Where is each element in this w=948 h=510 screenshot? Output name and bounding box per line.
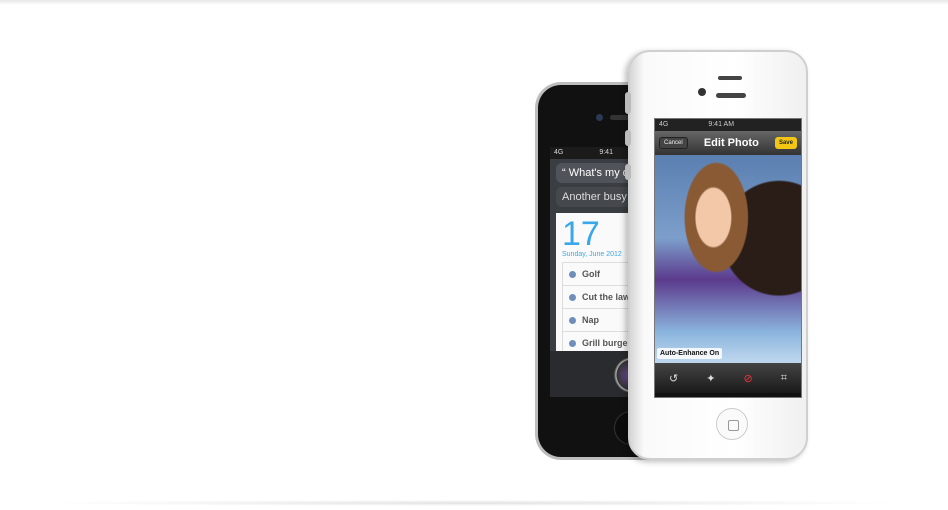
home-button: [716, 408, 748, 440]
camera-icon: [596, 114, 603, 121]
cancel-button[interactable]: Cancel: [659, 137, 688, 149]
time-label: 9:41: [599, 149, 613, 156]
bottom-divider: [40, 500, 908, 506]
edit-toolbar: ↺ ✦ ⊘ ⌗: [655, 363, 801, 393]
event-dot-icon: [569, 316, 576, 324]
nav-bar: Cancel Edit Photo Save: [655, 131, 801, 155]
earpiece: [716, 93, 746, 98]
signal-label: 4G: [659, 121, 669, 128]
save-button[interactable]: Save: [774, 137, 797, 149]
signal-label: 4G: [554, 149, 564, 156]
status-bar: 4G 9:41 AM: [655, 119, 801, 131]
rotate-icon[interactable]: ↺: [669, 372, 678, 385]
top-divider: [0, 0, 948, 5]
event-label: Nap: [582, 315, 600, 325]
volume-down-button: [625, 164, 631, 180]
time-label: 9:41 AM: [708, 121, 735, 128]
crop-icon[interactable]: ⌗: [781, 372, 787, 385]
white-iphone: 4G 9:41 AM Cancel Edit Photo Save Auto-E…: [625, 50, 808, 460]
camera-icon: [698, 88, 706, 96]
event-dot-icon: [569, 293, 576, 301]
event-label: Golf: [582, 269, 600, 279]
mute-switch: [625, 92, 631, 114]
photo-preview: Auto-Enhance On: [655, 155, 801, 363]
volume-up-button: [625, 130, 631, 146]
enhance-icon[interactable]: ✦: [706, 372, 715, 385]
event-dot-icon: [569, 339, 576, 347]
speaker-grille: [718, 76, 742, 80]
event-dot-icon: [569, 270, 576, 278]
nav-title: Edit Photo: [703, 137, 759, 149]
edit-photo-screen: 4G 9:41 AM Cancel Edit Photo Save Auto-E…: [654, 118, 802, 398]
auto-enhance-label: Auto-Enhance On: [657, 348, 723, 359]
red-eye-icon[interactable]: ⊘: [744, 372, 753, 385]
